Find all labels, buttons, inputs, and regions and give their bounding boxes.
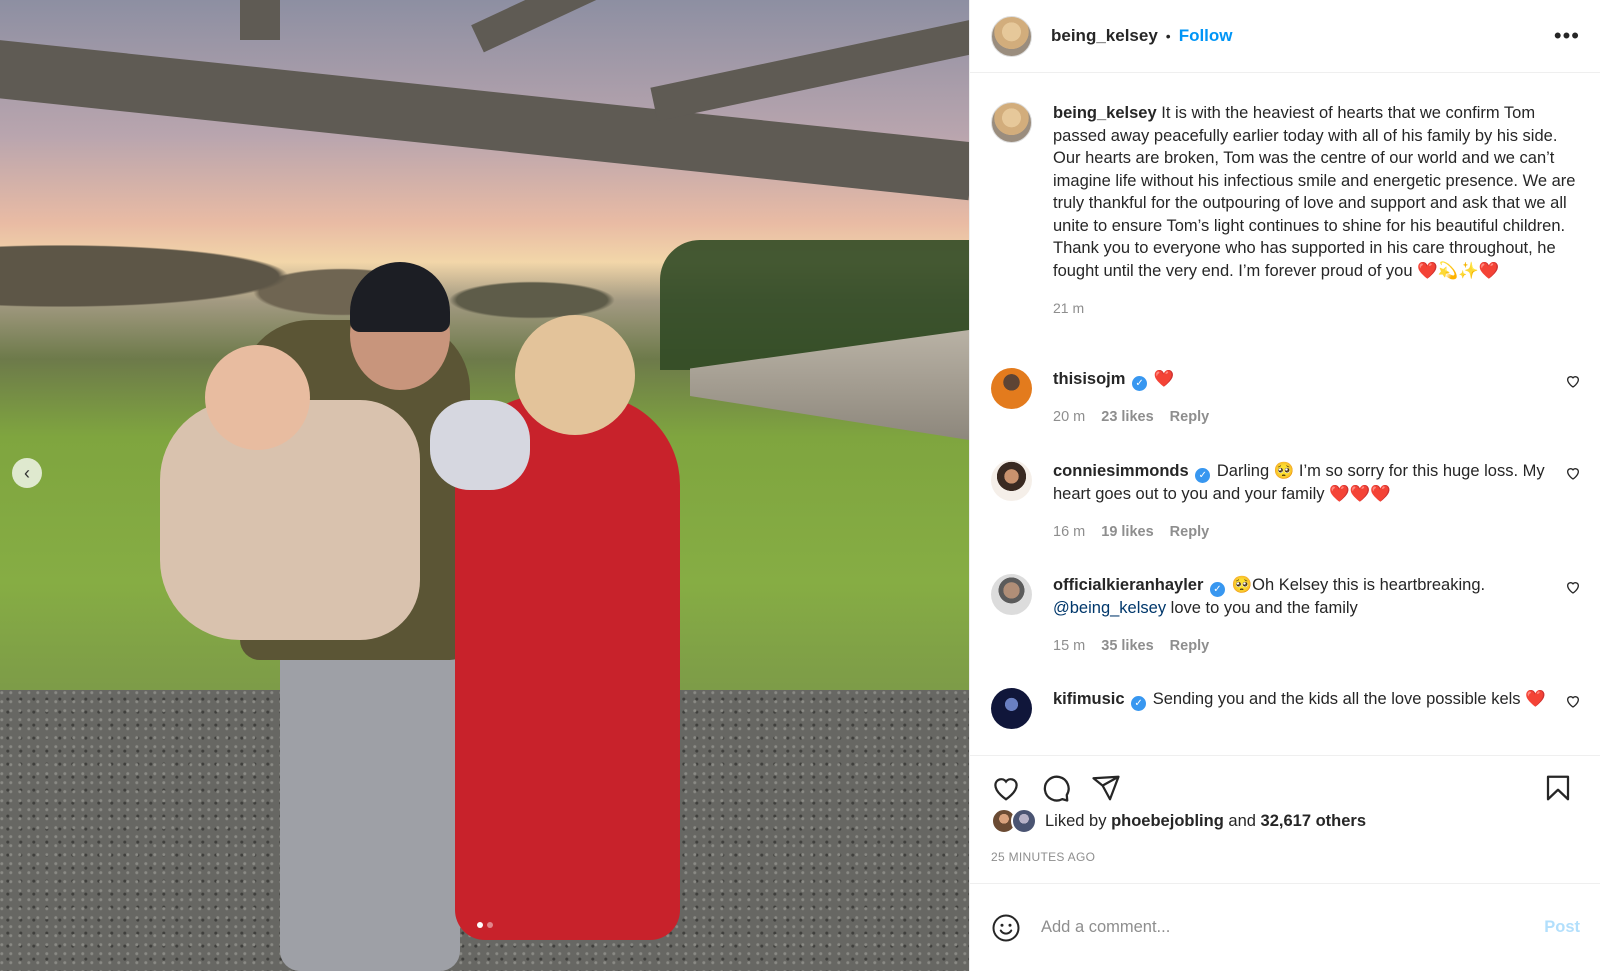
avatar[interactable]	[991, 688, 1032, 729]
reply-button[interactable]: Reply	[1170, 635, 1210, 658]
verified-badge-icon: ✓	[1195, 468, 1211, 483]
avatar[interactable]	[991, 574, 1032, 615]
post-timestamp[interactable]: 25 MINUTES AGO	[991, 850, 1095, 864]
chevron-left-icon[interactable]: ‹	[12, 458, 42, 488]
comment-item: officialkieranhayler ✓ 🥺Oh Kelsey this i…	[991, 574, 1581, 657]
comment-likes[interactable]: 23 likes	[1101, 406, 1153, 429]
avatar[interactable]	[991, 460, 1032, 501]
post-actions: Liked by phoebejobling and 32,617 others…	[970, 755, 1600, 883]
post-photo: ‹	[0, 0, 969, 971]
liked-by-others[interactable]: 32,617 others	[1261, 812, 1366, 831]
heart-icon[interactable]	[1565, 465, 1581, 481]
follow-button[interactable]: Follow	[1179, 26, 1233, 46]
liked-by: Liked by phoebejobling and 32,617 others	[991, 808, 1366, 834]
verified-badge-icon: ✓	[1210, 582, 1225, 597]
avatar	[1011, 808, 1037, 834]
separator-dot: •	[1165, 28, 1171, 44]
woman-figure	[515, 315, 635, 435]
comment-username[interactable]: thisisojm	[1053, 370, 1125, 388]
pergola-beam	[471, 0, 629, 53]
caption-username[interactable]: being_kelsey	[1053, 104, 1157, 122]
comment-time[interactable]: 20 m	[1053, 406, 1085, 429]
pergola-beam	[650, 12, 969, 122]
comment-username[interactable]: officialkieranhayler	[1053, 576, 1203, 594]
avatar[interactable]	[991, 15, 1032, 57]
comment-emoji: ❤️	[1525, 689, 1546, 708]
comment-text: Sending you and the kids all the love po…	[1152, 690, 1526, 708]
comment-text: love to you and the family	[1166, 599, 1358, 617]
comment-item: kifimusic ✓ Sending you and the kids all…	[991, 688, 1581, 729]
mention-link[interactable]: @being_kelsey	[1053, 599, 1166, 617]
carousel-dots	[0, 922, 969, 928]
comment-emoji: ❤️❤️❤️	[1329, 484, 1391, 503]
verified-badge-icon: ✓	[1132, 376, 1148, 391]
verified-badge-icon: ✓	[1131, 696, 1147, 711]
smiley-icon[interactable]	[991, 913, 1021, 943]
heart-icon[interactable]	[1565, 693, 1581, 709]
comments-list[interactable]: being_kelsey It is with the heaviest of …	[970, 74, 1600, 755]
comment-text: ❤️	[1153, 369, 1175, 388]
liked-by-prefix: Liked by	[1045, 811, 1107, 830]
post-button[interactable]: Post	[1544, 918, 1580, 937]
add-comment-bar: Post	[970, 883, 1600, 971]
comment-likes[interactable]: 35 likes	[1101, 635, 1153, 658]
bookmark-icon[interactable]	[1543, 773, 1573, 803]
avatar[interactable]	[991, 368, 1032, 409]
comment-item: thisisojm ✓ ❤️ 20 m 23 likes Reply	[991, 368, 1581, 429]
post-panel: being_kelsey • Follow ••• being_kelsey I…	[969, 0, 1600, 971]
comment-likes[interactable]: 19 likes	[1101, 521, 1153, 544]
author-username[interactable]: being_kelsey	[1051, 26, 1158, 46]
liked-by-user[interactable]: phoebejobling	[1111, 812, 1224, 831]
post-caption: being_kelsey It is with the heaviest of …	[991, 102, 1581, 320]
comment-username[interactable]: kifimusic	[1053, 690, 1125, 708]
comment-username[interactable]: conniesimmonds	[1053, 462, 1189, 480]
more-options-icon[interactable]: •••	[1554, 23, 1580, 49]
comment-item: conniesimmonds ✓ Darling 🥺 I’m so sorry …	[991, 460, 1581, 543]
share-icon[interactable]	[1091, 773, 1121, 803]
pergola-beam	[240, 0, 280, 40]
caption-time[interactable]: 21 m	[1053, 300, 1084, 316]
comment-text: 🥺Oh Kelsey this is heartbreaking.	[1231, 576, 1486, 594]
liked-by-avatars	[991, 808, 1039, 834]
carousel-dot	[476, 922, 483, 928]
comment-icon[interactable]	[1041, 773, 1071, 803]
heart-icon[interactable]	[1565, 579, 1581, 595]
reply-button[interactable]: Reply	[1170, 406, 1210, 429]
comment-time[interactable]: 16 m	[1053, 521, 1085, 544]
post-header: being_kelsey • Follow •••	[970, 0, 1600, 73]
caption-text: It is with the heaviest of hearts that w…	[1053, 104, 1576, 280]
comment-input[interactable]	[1041, 918, 1545, 937]
child-figure	[205, 345, 310, 450]
reply-button[interactable]: Reply	[1170, 521, 1210, 544]
heart-icon[interactable]	[1565, 373, 1581, 389]
caption-emoji: ❤️💫✨❤️	[1417, 260, 1500, 280]
infant-figure	[430, 400, 530, 490]
carousel-dot	[486, 922, 493, 928]
liked-by-and: and	[1228, 811, 1256, 830]
comment-time[interactable]: 15 m	[1053, 635, 1085, 658]
heart-icon[interactable]	[991, 773, 1021, 803]
avatar[interactable]	[991, 102, 1032, 143]
